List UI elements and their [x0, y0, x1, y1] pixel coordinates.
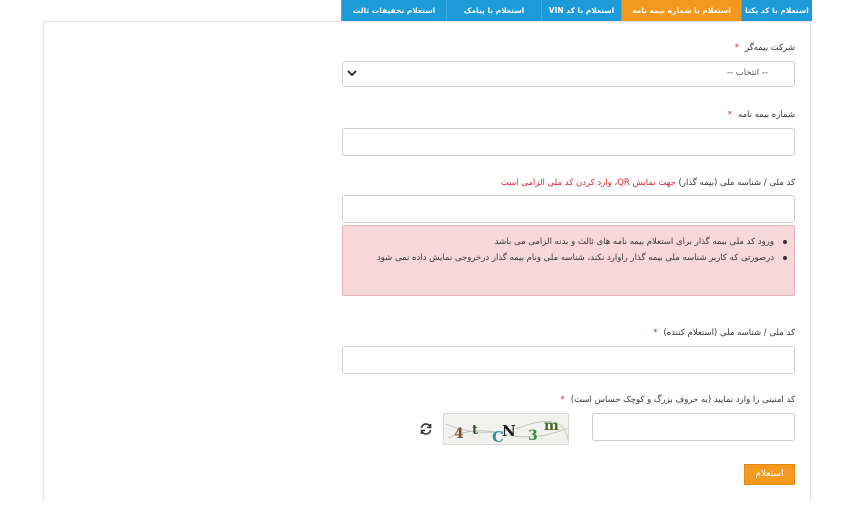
national-id-input[interactable]	[342, 195, 795, 223]
tab-policy-number[interactable]: استعلام با شماره بیمه نامه	[621, 0, 741, 21]
policy-number-label: شماره بیمه نامه *	[728, 110, 795, 120]
captcha-char: N	[502, 422, 516, 440]
national-id-label-text: کد ملی / شناسه ملی (بیمه گذار)	[678, 178, 795, 188]
submit-button[interactable]: استعلام	[744, 464, 795, 485]
insurer-label-text: شرکت بیمه‌گر	[744, 43, 795, 53]
info-alert: ورود کد ملی بیمه گذار برای استعلام بیمه …	[342, 225, 795, 296]
tab-third-party-discounts[interactable]: استعلام تخفیفات ثالث	[341, 0, 446, 21]
insurer-select-value: -- انتخاب --	[726, 68, 768, 78]
captcha-char: m	[544, 418, 559, 434]
tab-unique-code[interactable]: استعلام با کد یکتا	[741, 0, 812, 21]
insurer-select[interactable]: -- انتخاب --	[342, 61, 795, 87]
insurer-label: شرکت بیمه‌گر *	[735, 43, 795, 53]
captcha-image: 4 t C N 3 m	[443, 413, 569, 445]
captcha-label: کد امنیتی را وارد نمایید (به حروف بزرگ و…	[561, 395, 795, 405]
required-mark: *	[734, 43, 739, 53]
national-id-note: جهت نمایش QR، وارد کردن کد ملی الزامی اس…	[500, 178, 676, 188]
policy-number-label-text: شماره بیمه نامه	[737, 110, 795, 120]
required-mark: *	[560, 395, 565, 405]
tab-sms[interactable]: استعلام با پیامک	[446, 0, 541, 21]
captcha-input[interactable]	[592, 413, 795, 441]
required-mark: *	[653, 328, 658, 338]
captcha-char: t	[472, 423, 478, 438]
captcha-label-text: کد امنیتی را وارد نمایید (به حروف بزرگ و…	[570, 395, 795, 405]
policy-number-input[interactable]	[342, 128, 795, 156]
tab-vin-code[interactable]: استعلام با کد VIN	[541, 0, 621, 21]
refresh-icon[interactable]	[419, 421, 433, 435]
inquiry-tabs: استعلام با کد یکتا استعلام با شماره بیمه…	[341, 0, 812, 21]
inquirer-id-input[interactable]	[342, 346, 795, 374]
required-mark: *	[727, 110, 732, 120]
inquirer-id-label-text: کد ملی / شناسه ملی (استعلام کننده)	[663, 328, 795, 338]
alert-item: ورود کد ملی بیمه گذار برای استعلام بیمه …	[359, 234, 787, 250]
inquirer-id-label: کد ملی / شناسه ملی (استعلام کننده) *	[653, 328, 795, 338]
alert-item: درصورتی که کاربر شناسه ملی بیمه گذار راو…	[359, 250, 787, 266]
chevron-down-icon	[346, 66, 358, 80]
captcha-char: 4	[454, 426, 464, 442]
captcha-char: 3	[528, 428, 538, 444]
national-id-label: کد ملی / شناسه ملی (بیمه گذار) جهت نمایش…	[501, 178, 795, 188]
